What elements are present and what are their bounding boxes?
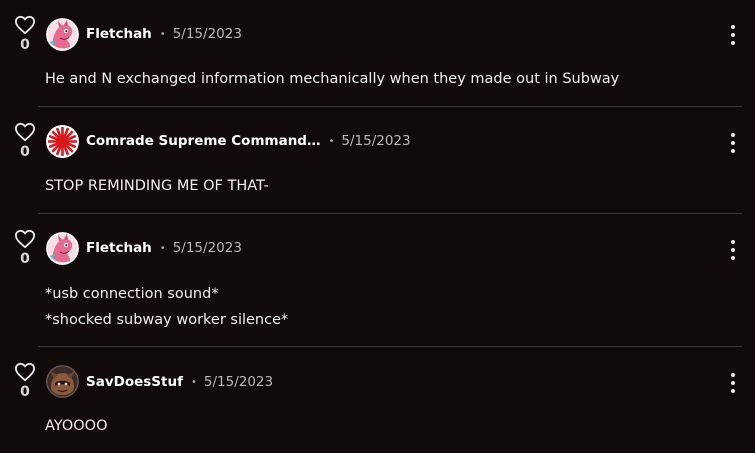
more-options-icon[interactable]	[724, 372, 742, 394]
separator-dot: •	[159, 28, 166, 40]
like-control: 0	[12, 362, 38, 400]
like-count: 0	[20, 37, 30, 53]
like-control: 0	[12, 229, 38, 267]
avatar[interactable]	[46, 232, 79, 265]
comment-thread: 0 Fletchah • 5/15/2023 He and N exchange…	[0, 0, 755, 453]
more-options-icon[interactable]	[724, 24, 742, 46]
like-count: 0	[20, 384, 30, 400]
comment-text: He and N exchanged information mechanica…	[45, 71, 620, 87]
like-control: 0	[12, 15, 38, 53]
comment-meta: Comrade Supreme Command… • 5/15/2023	[86, 131, 411, 151]
comment-meta: Fletchah • 5/15/2023	[86, 238, 242, 258]
comment-date: 5/15/2023	[172, 26, 242, 42]
comment-date: 5/15/2023	[203, 374, 274, 390]
heart-icon[interactable]	[14, 229, 36, 249]
comment-meta: SavDoesStuf • 5/15/2023	[86, 372, 273, 392]
username[interactable]: Comrade Supreme Command…	[86, 133, 320, 149]
comment-text: *usb connection sound*	[45, 286, 219, 302]
separator-dot: •	[190, 376, 197, 388]
separator-dot: •	[328, 135, 335, 147]
comment-meta: Fletchah • 5/15/2023	[86, 24, 242, 44]
more-options-icon[interactable]	[724, 132, 742, 154]
heart-icon[interactable]	[14, 362, 36, 382]
divider	[38, 346, 742, 347]
avatar[interactable]	[46, 365, 79, 398]
divider	[38, 213, 742, 214]
avatar[interactable]	[46, 125, 79, 158]
comment-text: *shocked subway worker silence*	[45, 312, 289, 328]
comment-date: 5/15/2023	[341, 133, 411, 149]
like-count: 0	[20, 251, 30, 267]
avatar[interactable]	[46, 18, 79, 51]
like-count: 0	[20, 144, 30, 160]
comment-date: 5/15/2023	[172, 240, 242, 256]
username[interactable]: Fletchah	[86, 240, 152, 256]
username[interactable]: SavDoesStuf	[86, 374, 183, 390]
heart-icon[interactable]	[14, 15, 36, 35]
more-options-icon[interactable]	[724, 239, 742, 261]
comment-text: AYOOOO	[45, 418, 108, 434]
separator-dot: •	[159, 242, 166, 254]
like-control: 0	[12, 122, 38, 160]
heart-icon[interactable]	[14, 122, 36, 142]
username[interactable]: Fletchah	[86, 26, 152, 42]
divider	[38, 106, 742, 107]
comment-text: STOP REMINDING ME OF THAT-	[45, 178, 269, 194]
